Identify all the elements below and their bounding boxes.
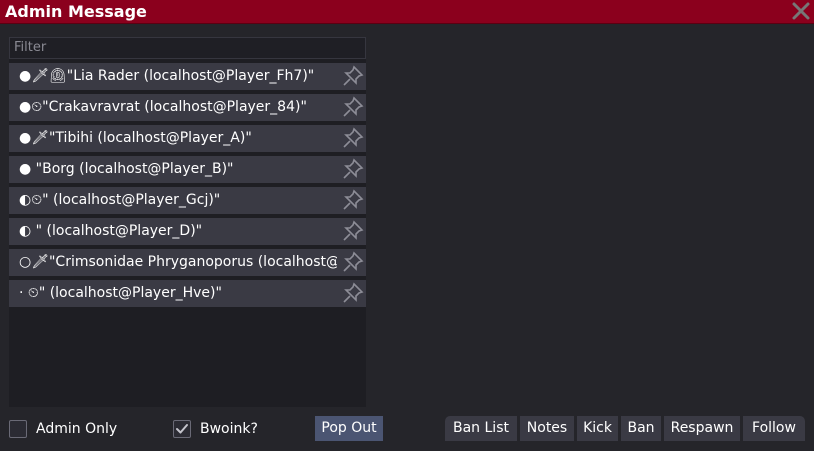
- admin-only-checkbox[interactable]: [9, 420, 27, 438]
- player-name: · ⏲" (localhost@Player_Hve)": [19, 285, 222, 301]
- pin-icon[interactable]: [342, 251, 364, 273]
- filter-input[interactable]: Filter: [9, 37, 366, 59]
- close-icon[interactable]: [790, 0, 812, 22]
- pin-icon[interactable]: [342, 127, 364, 149]
- pin-icon[interactable]: [342, 189, 364, 211]
- player-row[interactable]: ●⏲"Crakavravrat (localhost@Player_84)": [9, 94, 366, 121]
- player-row[interactable]: · ⏲" (localhost@Player_Hve)": [9, 280, 366, 307]
- follow-button[interactable]: Follow: [743, 416, 805, 441]
- window-title: Admin Message: [5, 2, 147, 21]
- player-row[interactable]: ○🗡"Crimsonidae Phryganoporus (localhost@…: [9, 249, 366, 276]
- notes-button[interactable]: Notes: [520, 416, 574, 441]
- kick-button[interactable]: Kick: [577, 416, 618, 441]
- bwoink-checkbox[interactable]: [173, 420, 191, 438]
- pin-icon[interactable]: [342, 220, 364, 242]
- player-name: ●🗡"Tibihi (localhost@Player_A)": [19, 130, 252, 146]
- player-name: ●🗡⏲"Lia Rader (localhost@Player_Fh7)": [19, 68, 315, 84]
- player-list-panel: Filter ●🗡⏲"Lia Rader (localhost@Player_F…: [9, 37, 366, 407]
- player-row[interactable]: ●🗡"Tibihi (localhost@Player_A)": [9, 125, 366, 152]
- player-name: ●⏲"Crakavravrat (localhost@Player_84)": [19, 99, 307, 115]
- respawn-button[interactable]: Respawn: [664, 416, 740, 441]
- pin-icon[interactable]: [342, 65, 364, 87]
- title-bar: Admin Message: [0, 0, 814, 24]
- player-name: ○🗡"Crimsonidae Phryganoporus (localhost@…: [19, 254, 337, 270]
- player-row[interactable]: ◐ " (localhost@Player_D)": [9, 218, 366, 245]
- player-row[interactable]: ● "Borg (localhost@Player_B)": [9, 156, 366, 183]
- player-name: ● "Borg (localhost@Player_B)": [19, 161, 234, 177]
- player-list: ●🗡⏲"Lia Rader (localhost@Player_Fh7)" ●⏲…: [9, 63, 366, 311]
- pop-out-button[interactable]: Pop Out: [315, 416, 383, 441]
- admin-message-window: Filter ●🗡⏲"Lia Rader (localhost@Player_F…: [0, 25, 814, 451]
- pin-icon[interactable]: [342, 282, 364, 304]
- player-row[interactable]: ◐⏲" (localhost@Player_Gcj)": [9, 187, 366, 214]
- check-icon: [176, 424, 188, 434]
- ban-button[interactable]: Ban: [621, 416, 661, 441]
- pin-icon[interactable]: [342, 158, 364, 180]
- player-name: ◐⏲" (localhost@Player_Gcj)": [19, 192, 221, 208]
- admin-only-label: Admin Only: [36, 421, 118, 437]
- ban-list-button[interactable]: Ban List: [445, 416, 517, 441]
- bwoink-label: Bwoink?: [200, 421, 258, 437]
- pin-icon[interactable]: [342, 96, 364, 118]
- player-name: ◐ " (localhost@Player_D)": [19, 223, 203, 239]
- player-row[interactable]: ●🗡⏲"Lia Rader (localhost@Player_Fh7)": [9, 63, 366, 90]
